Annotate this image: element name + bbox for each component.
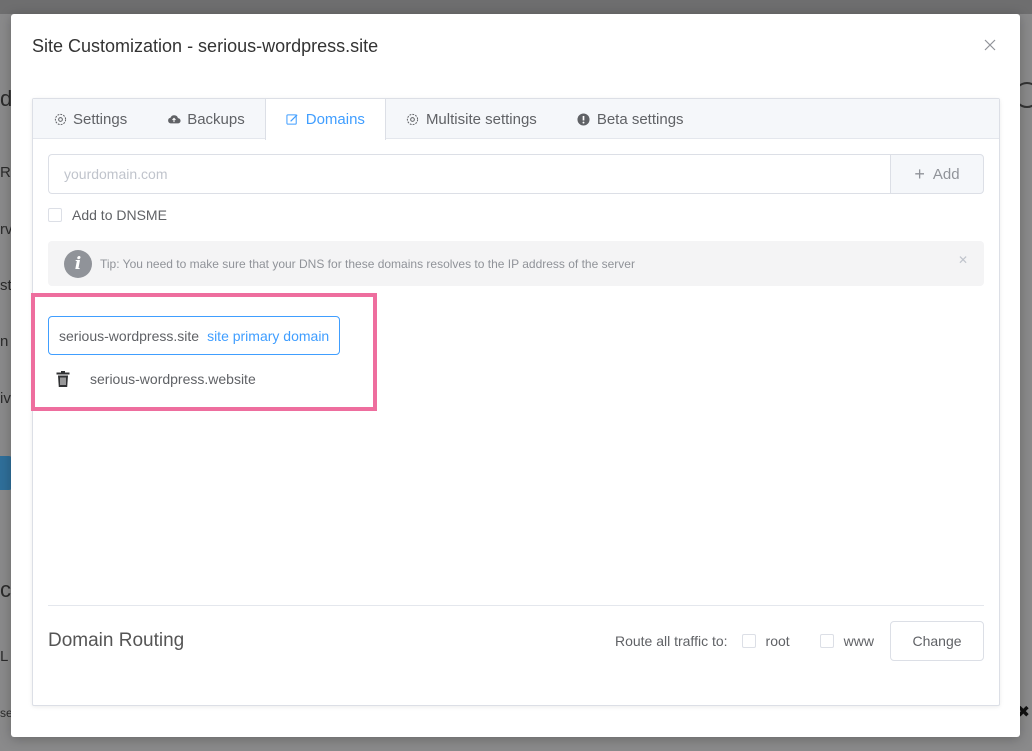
gear-icon (53, 112, 67, 126)
primary-domain-name: serious-wordpress.site (59, 327, 200, 344)
tip-text: Tip: You need to make sure that your DNS… (100, 256, 635, 271)
cloud-upload-icon (167, 112, 181, 126)
dialog-title: Site Customization - serious-wordpress.s… (32, 36, 379, 56)
background-text: iv (0, 390, 11, 407)
domain-list-item: serious-wordpress.website (55, 368, 256, 390)
background-text: L (0, 648, 9, 665)
dnsme-checkbox[interactable] (48, 208, 62, 222)
add-domain-row: + Add (48, 154, 984, 194)
route-option-www: www (819, 633, 874, 649)
trash-icon[interactable] (55, 370, 71, 388)
divider (48, 605, 984, 606)
tab-backups[interactable]: Backups (147, 99, 265, 139)
tab-settings[interactable]: Settings (33, 99, 147, 139)
exclamation-circle-icon (577, 112, 591, 126)
gear-icon (406, 112, 420, 126)
domain-routing-title: Domain Routing (48, 630, 185, 651)
domain-input[interactable] (48, 154, 890, 194)
tab-multisite-settings[interactable]: Multisite settings (386, 99, 557, 139)
root-checkbox[interactable] (741, 634, 756, 648)
www-checkbox[interactable] (819, 634, 834, 648)
close-icon[interactable]: ✕ (958, 253, 968, 267)
tabs-panel: Settings Backups Domains Multisite setti… (31, 98, 1000, 706)
dnsme-label: Add to DNSME (72, 207, 167, 223)
change-button[interactable]: Change (890, 621, 984, 661)
tab-label: Backups (187, 110, 245, 128)
site-customization-dialog: Site Customization - serious-wordpress.s… (11, 14, 1020, 737)
info-icon: i (64, 249, 92, 278)
tab-bar: Settings Backups Domains Multisite setti… (33, 99, 999, 140)
dns-tip-alert: i Tip: You need to make sure that your D… (48, 241, 984, 286)
background-text: n (0, 333, 9, 350)
root-label: root (765, 633, 790, 649)
www-label: www (843, 633, 874, 649)
edit-icon (286, 113, 300, 127)
close-icon[interactable] (981, 36, 999, 54)
background-header (0, 0, 1032, 14)
primary-domain-item[interactable]: serious-wordpress.site site primary doma… (48, 316, 341, 355)
route-label: Route all traffic to: (614, 633, 728, 649)
tab-label: Settings (73, 110, 128, 128)
tab-label: Domains (305, 111, 365, 128)
tab-domains[interactable]: Domains (264, 99, 386, 140)
primary-domain-tag: site primary domain (207, 327, 330, 344)
tab-label: Beta settings (596, 110, 684, 128)
add-domain-button[interactable]: + Add (890, 154, 984, 194)
routing-controls: Route all traffic to: root www Change (615, 621, 984, 661)
add-label: Add (932, 165, 960, 183)
domains-tab-content: + Add Add to DNSME i Tip: You need to ma… (31, 139, 999, 661)
tab-label: Multisite settings (425, 110, 537, 128)
dnsme-option: Add to DNSME (48, 207, 984, 223)
secondary-domain-name: serious-wordpress.website (90, 371, 256, 387)
background-text: st (0, 277, 12, 294)
plus-icon: + (914, 164, 925, 184)
tab-beta-settings[interactable]: Beta settings (557, 99, 704, 139)
route-option-root: root (741, 633, 790, 649)
